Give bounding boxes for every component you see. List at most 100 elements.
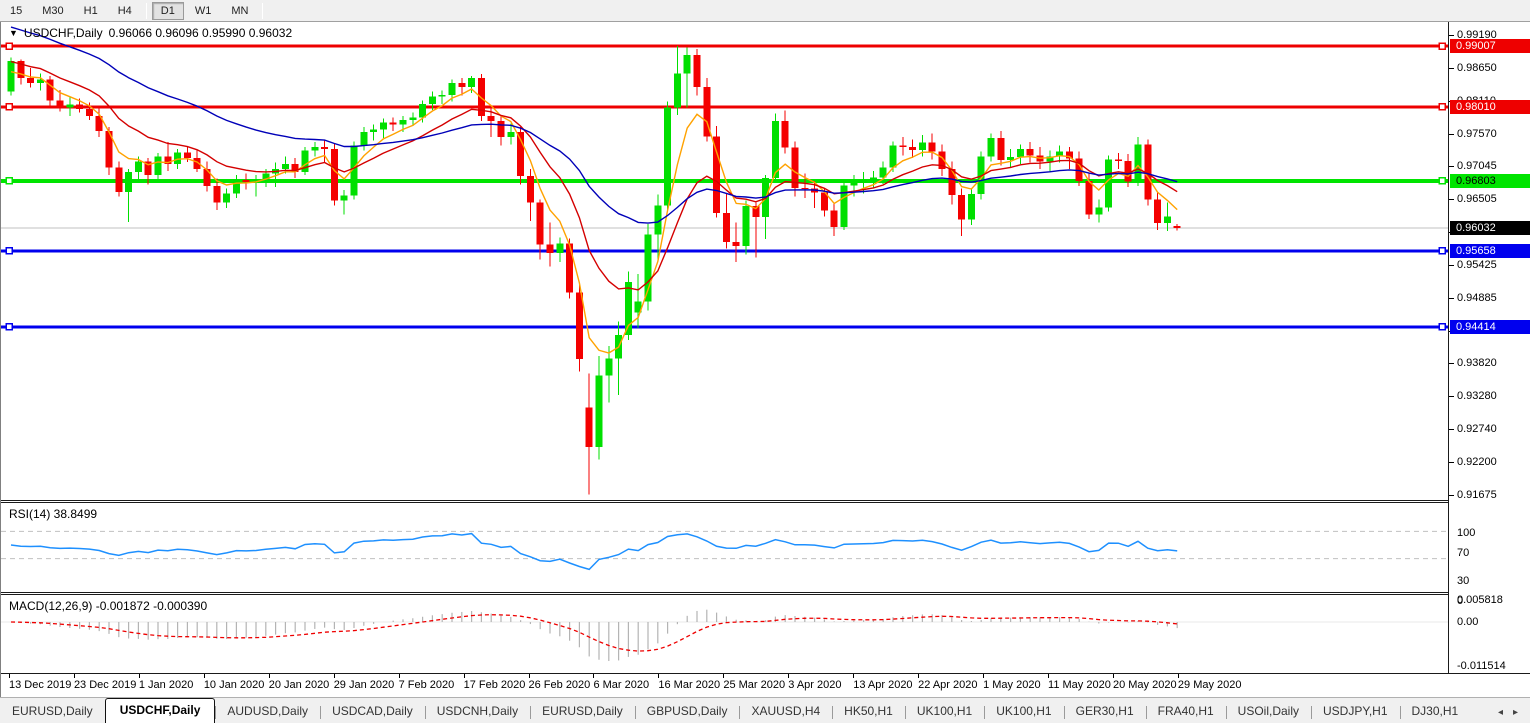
tab-usoil-daily[interactable]: USOil,Daily [1225, 700, 1311, 723]
hline-handle[interactable] [1438, 42, 1446, 50]
timeframe-button-w1[interactable]: W1 [186, 2, 221, 20]
tab-uk100-h1[interactable]: UK100,H1 [904, 700, 984, 723]
candle-body [125, 171, 133, 193]
rsi-tick-label: 30 [1457, 574, 1470, 587]
price-axis[interactable]: 0.991900.986500.981100.975700.970450.965… [1449, 22, 1530, 697]
candle-body [419, 103, 427, 118]
candle-body [722, 212, 730, 243]
price-tick-label: 0.93280 [1457, 390, 1497, 403]
macd-chart-canvas[interactable] [1, 595, 1448, 673]
tab-audusd-daily[interactable]: AUDUSD,Daily [215, 700, 320, 723]
macd-tick-label: 0.00 [1457, 616, 1479, 628]
candle-body [203, 168, 211, 186]
date-axis[interactable]: 13 Dec 2019 23 Dec 2019 1 Jan 2020 10 Jan 2… [1, 673, 1530, 697]
symbol-tab-bar: EURUSD,Daily USDCHF,Daily AUDUSD,Daily USDC… [0, 697, 1530, 723]
candle-body [958, 195, 966, 220]
candle-body [1173, 225, 1181, 229]
tab-scroll-left-icon[interactable]: ◂ [1498, 707, 1503, 718]
date-tick-label: 7 Feb 2020 [398, 679, 455, 691]
tab-scroll-nav: ◂ ▸ [1498, 707, 1530, 723]
hline-handle[interactable] [5, 103, 13, 111]
tab-usdcnh-daily[interactable]: USDCNH,Daily [424, 700, 530, 723]
timeframe-button-15[interactable]: 15 [1, 2, 31, 20]
candle-body [311, 146, 319, 151]
candle-body [468, 78, 476, 87]
hline-handle[interactable] [1438, 103, 1446, 111]
candle-body [987, 138, 995, 157]
date-tick-label: 3 Apr 2020 [788, 679, 842, 691]
tab-xauusd-h4[interactable]: XAUUSD,H4 [739, 700, 832, 723]
hline-handle[interactable] [5, 42, 13, 50]
timeframe-button-h4[interactable]: H4 [109, 2, 141, 20]
candle-body [497, 121, 505, 137]
candle-body [732, 242, 740, 246]
price-tick-mark [1449, 298, 1454, 300]
date-tick-label: 13 Apr 2020 [853, 679, 913, 691]
candle-body [869, 177, 877, 180]
candle-body [1026, 149, 1034, 156]
date-tick-mark [268, 674, 270, 678]
hline-price-tag-0.95658: 0.95658 [1450, 243, 1530, 258]
price-tick-mark [1449, 494, 1454, 496]
candle-body [66, 104, 74, 108]
chart-ohlc-values: 0.96066 0.96096 0.95990 0.96032 [108, 26, 293, 40]
candle-body [742, 206, 750, 246]
timeframe-button-m30[interactable]: M30 [33, 2, 72, 20]
date-tick-label: 17 Feb 2020 [463, 679, 526, 691]
candle-body [340, 195, 348, 201]
hline-handle[interactable] [5, 323, 13, 331]
candle-body [1154, 199, 1162, 224]
macd-label: MACD(12,26,9) -0.001872 -0.000390 [9, 599, 208, 613]
tab-hk50-h1[interactable]: HK50,H1 [832, 700, 905, 723]
date-tick-label: 20 May 2020 [1112, 679, 1177, 691]
candle-body [370, 129, 378, 133]
hline-handle[interactable] [5, 177, 13, 185]
hline-handle[interactable] [5, 247, 13, 255]
tab-eurusd-daily[interactable]: EURUSD,Daily [530, 700, 635, 723]
fast-ma-line [10, 71, 1178, 354]
timeframe-button-h1[interactable]: H1 [75, 2, 107, 20]
hline-price-tag-0.99007: 0.99007 [1450, 39, 1530, 53]
tab-dj30-h1[interactable]: DJ30,H1 [1399, 700, 1471, 723]
hline-handle[interactable] [1438, 177, 1446, 185]
tab-usdchf-daily[interactable]: USDCHF,Daily [104, 698, 216, 723]
price-chart-canvas[interactable] [1, 22, 1448, 500]
tab-usdjpy-h1[interactable]: USDJPY,H1 [1311, 700, 1399, 723]
date-tick-label: 26 Feb 2020 [528, 679, 591, 691]
candle-body [183, 152, 191, 158]
candle-body [948, 168, 956, 196]
candle-body [566, 243, 574, 293]
hline-handle[interactable] [1438, 247, 1446, 255]
tab-uk100-h1[interactable]: UK100,H1 [984, 700, 1063, 723]
chart-window: ▼ USDCHF,Daily 0.96066 0.96096 0.95990 0… [0, 22, 1530, 697]
tab-gbpusd-daily[interactable]: GBPUSD,Daily [634, 700, 740, 723]
timeframe-button-mn[interactable]: MN [222, 2, 257, 20]
price-tick-mark [1449, 363, 1454, 365]
chart-dropdown-icon[interactable]: ▼ [9, 28, 18, 38]
rsi-chart-canvas[interactable] [1, 503, 1448, 592]
price-tick-label: 0.95425 [1457, 259, 1497, 272]
candle-body [997, 138, 1005, 161]
tab-ger30-h1[interactable]: GER30,H1 [1063, 700, 1146, 723]
date-tick-mark [73, 674, 75, 678]
date-tick-label: 20 Jan 2020 [268, 679, 330, 691]
candle-body [781, 121, 789, 148]
price-tick-label: 0.98650 [1457, 61, 1497, 74]
tab-fra40-h1[interactable]: FRA40,H1 [1145, 700, 1226, 723]
date-tick-mark [1177, 674, 1179, 678]
candle-body [321, 146, 329, 150]
price-tick-mark [1449, 265, 1454, 267]
tab-usdcad-daily[interactable]: USDCAD,Daily [320, 700, 425, 723]
candle-body [624, 281, 632, 336]
slow-ma-line [10, 26, 1178, 224]
hline-price-tag-0.96803: 0.96803 [1450, 173, 1530, 188]
tab-scroll-right-icon[interactable]: ▸ [1513, 707, 1518, 718]
tab-eurusd-daily[interactable]: EURUSD,Daily [0, 700, 105, 723]
date-tick-mark [983, 674, 985, 678]
date-tick-mark [398, 674, 400, 678]
candle-body [536, 202, 544, 245]
candle-body [379, 122, 387, 130]
timeframe-button-d1[interactable]: D1 [151, 1, 184, 20]
price-tick-mark [1449, 133, 1454, 135]
hline-handle[interactable] [1438, 323, 1446, 331]
